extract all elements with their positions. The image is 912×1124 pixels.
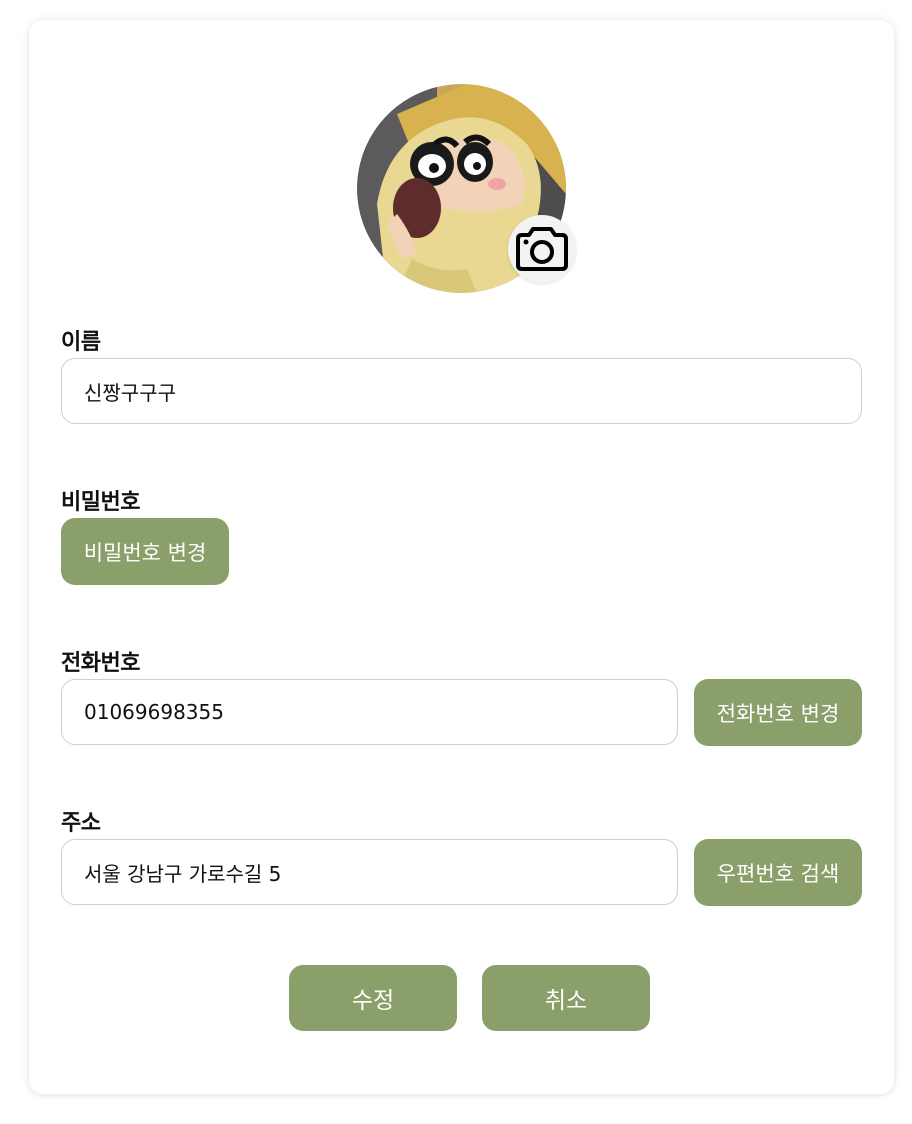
profile-image-area: [357, 84, 576, 293]
name-input[interactable]: 신짱구구구: [61, 358, 862, 424]
camera-icon: [516, 227, 568, 271]
change-password-button[interactable]: 비밀번호 변경: [61, 518, 229, 585]
phone-label: 전화번호: [61, 651, 140, 676]
name-label: 이름: [61, 330, 101, 355]
cancel-button[interactable]: 취소: [482, 965, 650, 1031]
change-phone-button[interactable]: 전화번호 변경: [694, 679, 862, 746]
address-input[interactable]: 서울 강남구 가로수길 5: [61, 839, 678, 905]
change-photo-button[interactable]: [508, 215, 576, 283]
address-label: 주소: [61, 811, 101, 836]
password-label: 비밀번호: [61, 490, 140, 515]
submit-button[interactable]: 수정: [289, 965, 457, 1031]
search-postcode-button[interactable]: 우편번호 검색: [694, 839, 862, 906]
phone-input[interactable]: 01069698355: [61, 679, 678, 745]
